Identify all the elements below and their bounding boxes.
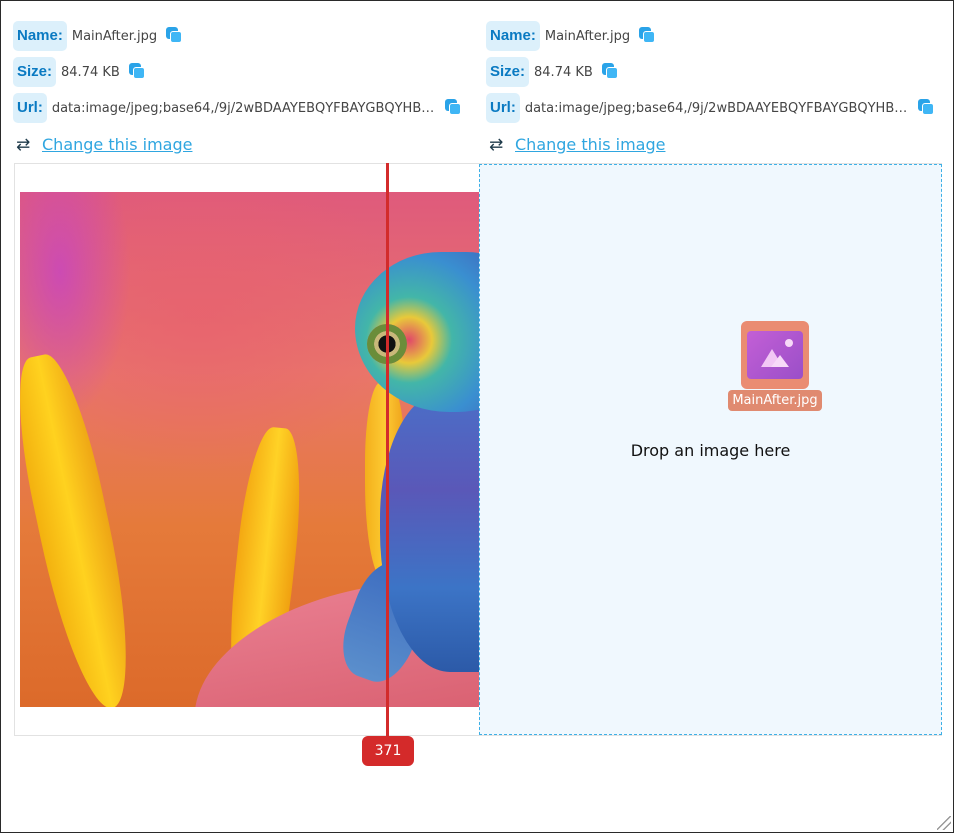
copy-icon[interactable]	[128, 63, 147, 81]
right-change-row: ⇄ Change this image	[486, 126, 941, 162]
petal-shape	[20, 348, 147, 707]
comparison-window: Name: MainAfter.jpg Size: 84.74 KB Url: …	[0, 0, 954, 833]
right-size-row: Size: 84.74 KB	[486, 54, 941, 90]
left-name-row: Name: MainAfter.jpg	[13, 18, 468, 54]
copy-icon[interactable]	[444, 99, 463, 117]
left-size-row: Size: 84.74 KB	[13, 54, 468, 90]
left-change-image-link[interactable]: Change this image	[42, 135, 192, 154]
left-name-value: MainAfter.jpg	[71, 28, 158, 44]
left-name-label: Name:	[13, 21, 67, 51]
left-image-info: Name: MainAfter.jpg Size: 84.74 KB Url: …	[13, 18, 468, 162]
right-name-value: MainAfter.jpg	[544, 28, 631, 44]
image-dropzone[interactable]: MainAfter.jpg Drop an image here	[479, 164, 942, 735]
right-url-value: data:image/jpeg;base64,/9j/2wBDAAYEBQYFB…	[524, 100, 909, 116]
copy-icon[interactable]	[166, 27, 184, 45]
left-url-value: data:image/jpeg;base64,/9j/2wBDAAYEBQYFB…	[51, 100, 436, 116]
resize-grip-icon[interactable]	[937, 816, 951, 830]
chameleon-photo	[20, 192, 480, 707]
right-change-image-link[interactable]: Change this image	[515, 135, 665, 154]
copy-icon[interactable]	[601, 63, 620, 81]
slider-position-badge[interactable]: 371	[362, 736, 414, 766]
copy-icon[interactable]	[917, 99, 936, 117]
right-url-row: Url: data:image/jpeg;base64,/9j/2wBDAAYE…	[486, 90, 941, 126]
right-size-value: 84.74 KB	[534, 64, 593, 80]
left-size-label: Size:	[13, 57, 57, 87]
compare-slider-handle[interactable]	[386, 163, 389, 738]
left-change-row: ⇄ Change this image	[13, 126, 468, 162]
copy-icon[interactable]	[639, 27, 657, 45]
comparison-area[interactable]: MainAfter.jpg Drop an image here	[14, 163, 942, 736]
dragged-file[interactable]: MainAfter.jpg	[724, 321, 826, 411]
left-url-row: Url: data:image/jpeg;base64,/9j/2wBDAAYE…	[13, 90, 468, 126]
left-size-value: 84.74 KB	[61, 64, 120, 80]
right-size-label: Size:	[486, 57, 530, 87]
right-name-label: Name:	[486, 21, 540, 51]
left-url-label: Url:	[13, 93, 47, 123]
swap-arrows-icon: ⇄	[489, 134, 504, 154]
right-name-row: Name: MainAfter.jpg	[486, 18, 941, 54]
right-url-label: Url:	[486, 93, 520, 123]
right-image-info: Name: MainAfter.jpg Size: 84.74 KB Url: …	[486, 18, 941, 162]
image-file-icon	[741, 321, 809, 389]
dragged-file-name: MainAfter.jpg	[728, 390, 822, 411]
swap-arrows-icon: ⇄	[16, 134, 31, 154]
dropzone-prompt: Drop an image here	[630, 441, 791, 460]
